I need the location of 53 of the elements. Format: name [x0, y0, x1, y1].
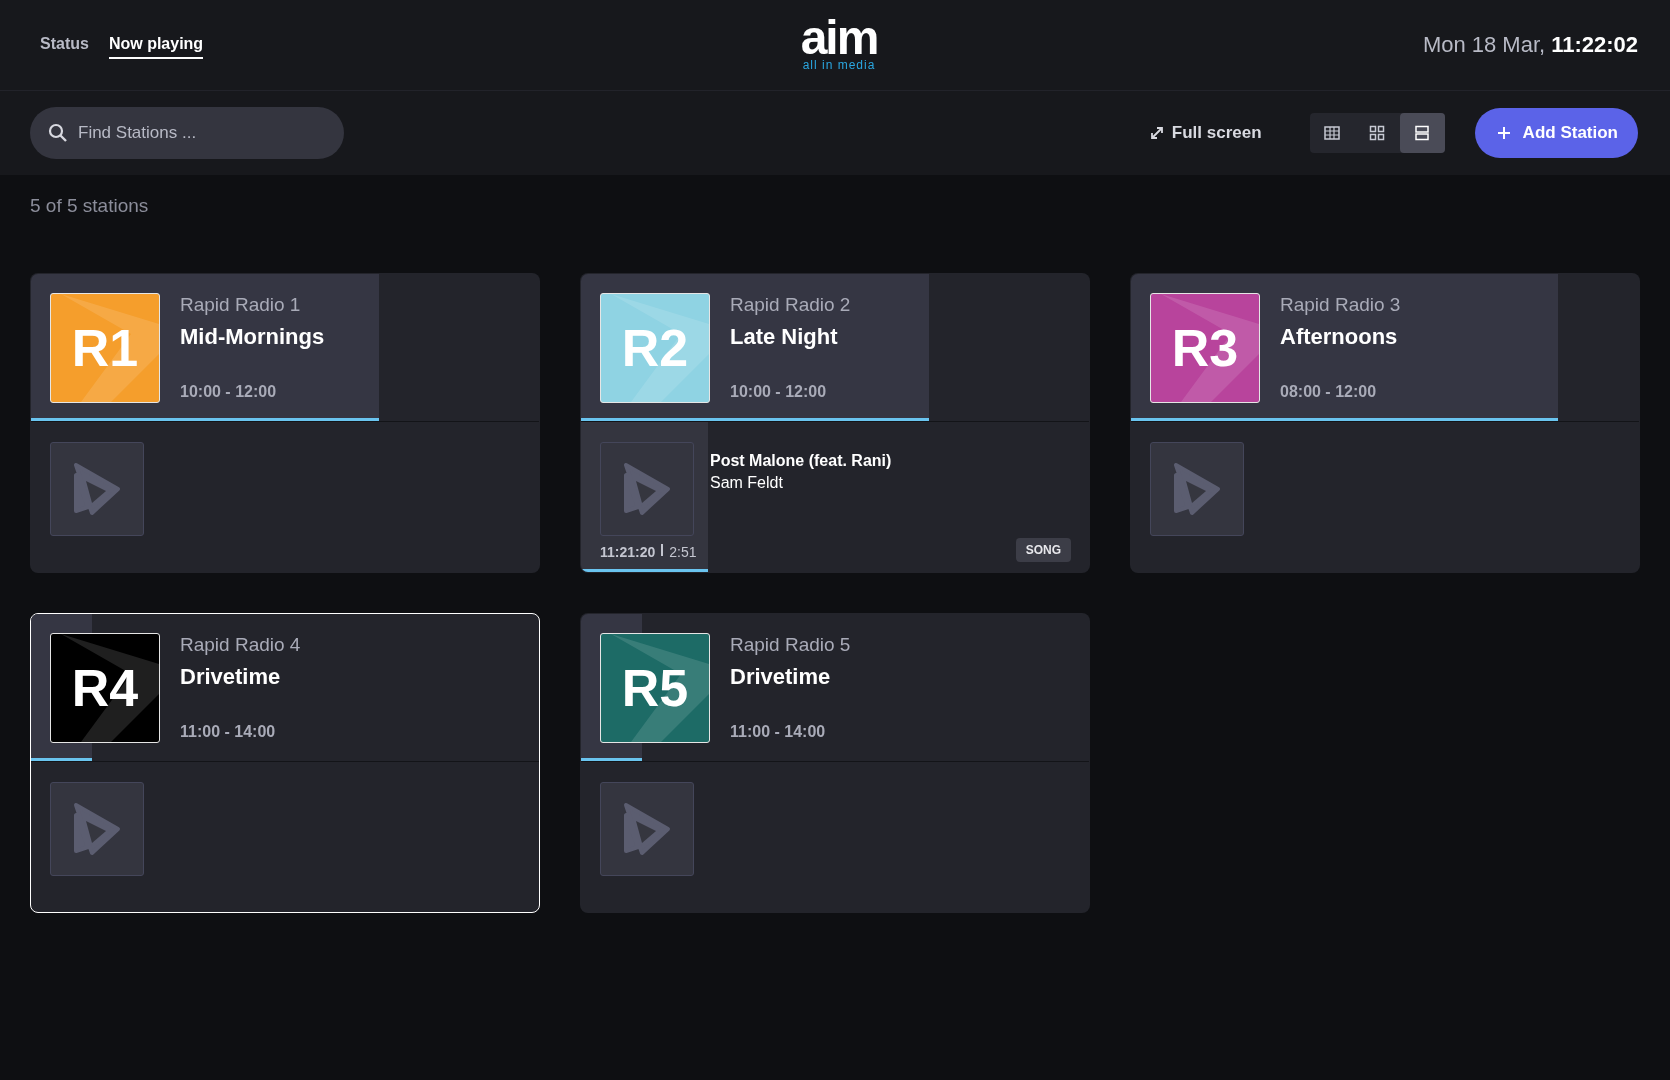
station-name: Rapid Radio 2	[730, 294, 851, 316]
show-hours: 11:00 - 14:00	[730, 723, 827, 741]
station-logo: R5	[600, 633, 710, 743]
show-title: Mid-Mornings	[180, 324, 325, 350]
station-card[interactable]: R5 Rapid Radio 5 Drivetime 11:00 - 14:00	[580, 613, 1090, 913]
track-type-badge: SONG	[1015, 538, 1071, 562]
add-station-button[interactable]: Add Station	[1474, 108, 1638, 158]
station-card[interactable]: R4 Rapid Radio 4 Drivetime 11:00 - 14:00	[30, 613, 540, 913]
station-card[interactable]: R3 Rapid Radio 3 Afternoons 08:00 - 12:00	[1130, 273, 1640, 573]
separator-bar	[661, 544, 664, 556]
track-artist: Sam Feldt	[710, 474, 784, 492]
track-duration: 2:51	[669, 544, 697, 560]
station-logo: R3	[1150, 293, 1260, 403]
station-logo: R4	[50, 633, 160, 743]
expand-icon	[1149, 126, 1164, 140]
station-card[interactable]: R1 Rapid Radio 1 Mid-Mornings 10:00 - 12:00	[30, 273, 540, 573]
rows-view-icon	[1414, 125, 1431, 141]
table-view-icon	[1324, 125, 1341, 141]
station-count: 5 of 5 stations	[29, 194, 150, 217]
play-logo-icon	[622, 801, 672, 857]
station-name: Rapid Radio 1	[180, 294, 302, 316]
station-card[interactable]: R2 Rapid Radio 2 Late Night 10:00 - 12:00 Post Malone (feat. Rani) Sam Feldt 11:21:20 2:51 SONG	[580, 273, 1090, 573]
station-name: Rapid Radio 5	[730, 634, 851, 656]
show-title: Afternoons	[1280, 324, 1399, 350]
show-title: Drivetime	[180, 664, 282, 690]
track-title: Post Malone (feat. Rani)	[710, 452, 892, 470]
show-hours: 10:00 - 12:00	[180, 383, 278, 401]
play-logo-icon	[622, 461, 672, 517]
show-title: Late Night	[730, 324, 839, 350]
play-logo-icon	[1172, 461, 1222, 517]
logo-wordmark: aim	[800, 18, 878, 58]
search-field[interactable]: Find Stations ...	[30, 107, 344, 159]
nav-tab[interactable]: Status	[40, 31, 89, 59]
fullscreen-button[interactable]: Full screen	[1143, 122, 1268, 144]
view-toggle-button[interactable]	[1399, 113, 1445, 153]
track-start-time: 11:21:20	[600, 544, 656, 560]
show-title: Drivetime	[730, 664, 832, 690]
show-hours: 11:00 - 14:00	[180, 723, 277, 741]
show-hours: 10:00 - 12:00	[730, 383, 828, 401]
play-logo-icon	[72, 801, 122, 857]
grid-view-icon	[1369, 125, 1386, 141]
clock-time: 11:22:02	[1551, 32, 1638, 58]
show-hours: 08:00 - 12:00	[1280, 383, 1378, 401]
station-logo: R1	[50, 293, 160, 403]
play-logo-icon	[72, 461, 122, 517]
search-icon	[48, 123, 68, 143]
station-name: Rapid Radio 3	[1280, 294, 1401, 316]
station-name: Rapid Radio 4	[180, 634, 301, 656]
date-text: Mon 18 Mar,	[1422, 32, 1546, 58]
nav-tab[interactable]: Now playing	[108, 31, 204, 59]
logo-tagline: all in media	[802, 58, 876, 72]
station-logo: R2	[600, 293, 710, 403]
plus-icon	[1496, 126, 1511, 140]
